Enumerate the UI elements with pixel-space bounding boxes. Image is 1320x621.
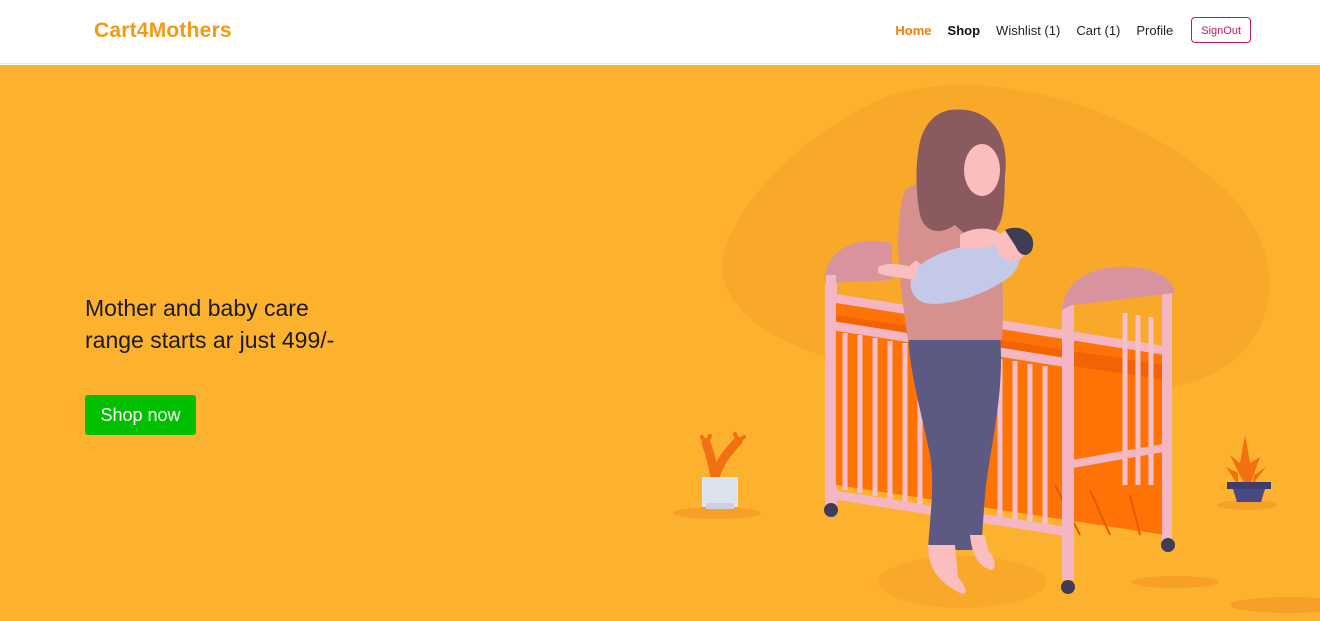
- nav-home-link[interactable]: Home: [895, 23, 931, 38]
- nav-cart-link[interactable]: Cart (1): [1076, 23, 1120, 38]
- potted-plant-icon: [1226, 435, 1271, 502]
- signout-button[interactable]: SignOut: [1191, 17, 1251, 43]
- cactus-plant-icon: [700, 432, 746, 509]
- hero-headline: Mother and baby care range starts ar jus…: [85, 295, 335, 353]
- navbar: Cart4Mothers Home Shop Wishlist (1) Cart…: [0, 0, 1320, 64]
- hero-banner: Mother and baby care range starts ar jus…: [0, 65, 1320, 621]
- mother-baby-illustration: [673, 85, 1320, 613]
- nav-shop-link[interactable]: Shop: [948, 23, 981, 38]
- shop-now-button[interactable]: Shop now: [85, 395, 196, 435]
- nav-wishlist-link[interactable]: Wishlist (1): [996, 23, 1060, 38]
- nav-profile-link[interactable]: Profile: [1136, 23, 1173, 38]
- main-nav: Home Shop Wishlist (1) Cart (1) Profile …: [879, 16, 1251, 44]
- brand-logo[interactable]: Cart4Mothers: [94, 19, 232, 43]
